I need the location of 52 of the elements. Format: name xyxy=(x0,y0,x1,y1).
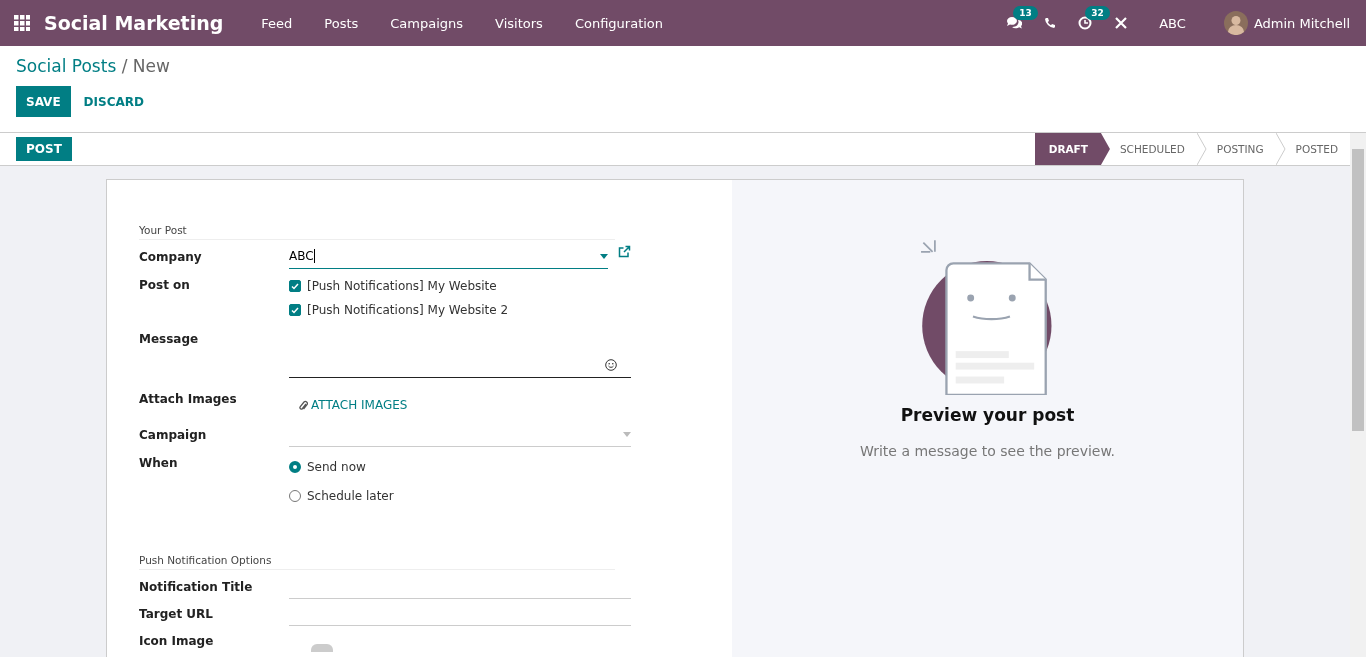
app-name[interactable]: Social Marketing xyxy=(44,12,224,34)
menu-item[interactable]: Configuration xyxy=(558,15,680,31)
tools-icon[interactable] xyxy=(1114,16,1129,30)
checkbox-option[interactable]: [Push Notifications] My Website xyxy=(289,274,631,298)
field-label: Target URL xyxy=(139,606,214,623)
clock-icon[interactable] xyxy=(1078,16,1093,30)
field-label: Company xyxy=(139,249,203,266)
field-label: Message xyxy=(139,331,200,348)
radio-option[interactable]: Schedule later xyxy=(289,481,631,510)
chat-icon[interactable] xyxy=(1006,16,1023,30)
breadcrumb-current: New xyxy=(132,56,170,76)
apps-menu-icon[interactable] xyxy=(14,15,30,31)
scrollbar[interactable] xyxy=(1350,133,1366,657)
emoji-icon[interactable] xyxy=(605,359,617,371)
attach-images-button[interactable]: ATTACH IMAGES xyxy=(289,386,418,412)
section-title: Your Post xyxy=(139,224,615,240)
select-field[interactable]: ABC xyxy=(289,244,608,269)
section-title: Push Notification Options xyxy=(139,554,615,570)
paperclip-icon xyxy=(299,399,308,411)
company-switcher[interactable]: ABC xyxy=(1159,15,1186,31)
field-label: Icon Image xyxy=(139,633,215,650)
caret-icon xyxy=(623,431,631,437)
count-badge: 32 xyxy=(1085,6,1110,20)
menu-item[interactable]: Campaigns xyxy=(374,15,480,31)
field-label: Notification Title xyxy=(139,579,254,596)
radio-button[interactable] xyxy=(289,460,301,473)
checkbox-option[interactable]: [Push Notifications] My Website 2 xyxy=(289,298,631,322)
breadcrumb-link[interactable]: Social Posts xyxy=(16,56,117,76)
checkbox[interactable] xyxy=(289,280,301,292)
user-name[interactable]: Admin Mitchell xyxy=(1253,15,1350,31)
stage-step[interactable]: DRAFT xyxy=(1034,133,1110,165)
caret-icon xyxy=(600,253,608,259)
post-button[interactable]: POST xyxy=(16,137,72,161)
discard-button[interactable]: DISCARD xyxy=(70,86,157,117)
radio-option[interactable]: Send now xyxy=(289,452,631,481)
menu-item[interactable]: Visitors xyxy=(479,15,559,31)
preview-hint: Write a message to see the preview. xyxy=(859,443,1116,459)
field-label: Campaign xyxy=(139,427,208,444)
menu-item[interactable]: Posts xyxy=(308,15,375,31)
external-link-icon[interactable] xyxy=(618,245,631,258)
menu-item[interactable]: Feed xyxy=(245,15,309,31)
checkbox[interactable] xyxy=(289,304,301,316)
field-label: When xyxy=(139,455,179,472)
radio-button[interactable] xyxy=(289,489,301,502)
user-avatar[interactable] xyxy=(1223,11,1248,35)
phone-icon[interactable] xyxy=(1044,17,1057,29)
breadcrumb-separator: / xyxy=(121,56,128,76)
save-button[interactable]: SAVE xyxy=(16,86,71,117)
field-label: Post on xyxy=(139,277,191,294)
field-label: Attach Images xyxy=(139,391,238,408)
preview-title: Preview your post xyxy=(900,405,1075,425)
count-badge: 13 xyxy=(1013,6,1038,20)
